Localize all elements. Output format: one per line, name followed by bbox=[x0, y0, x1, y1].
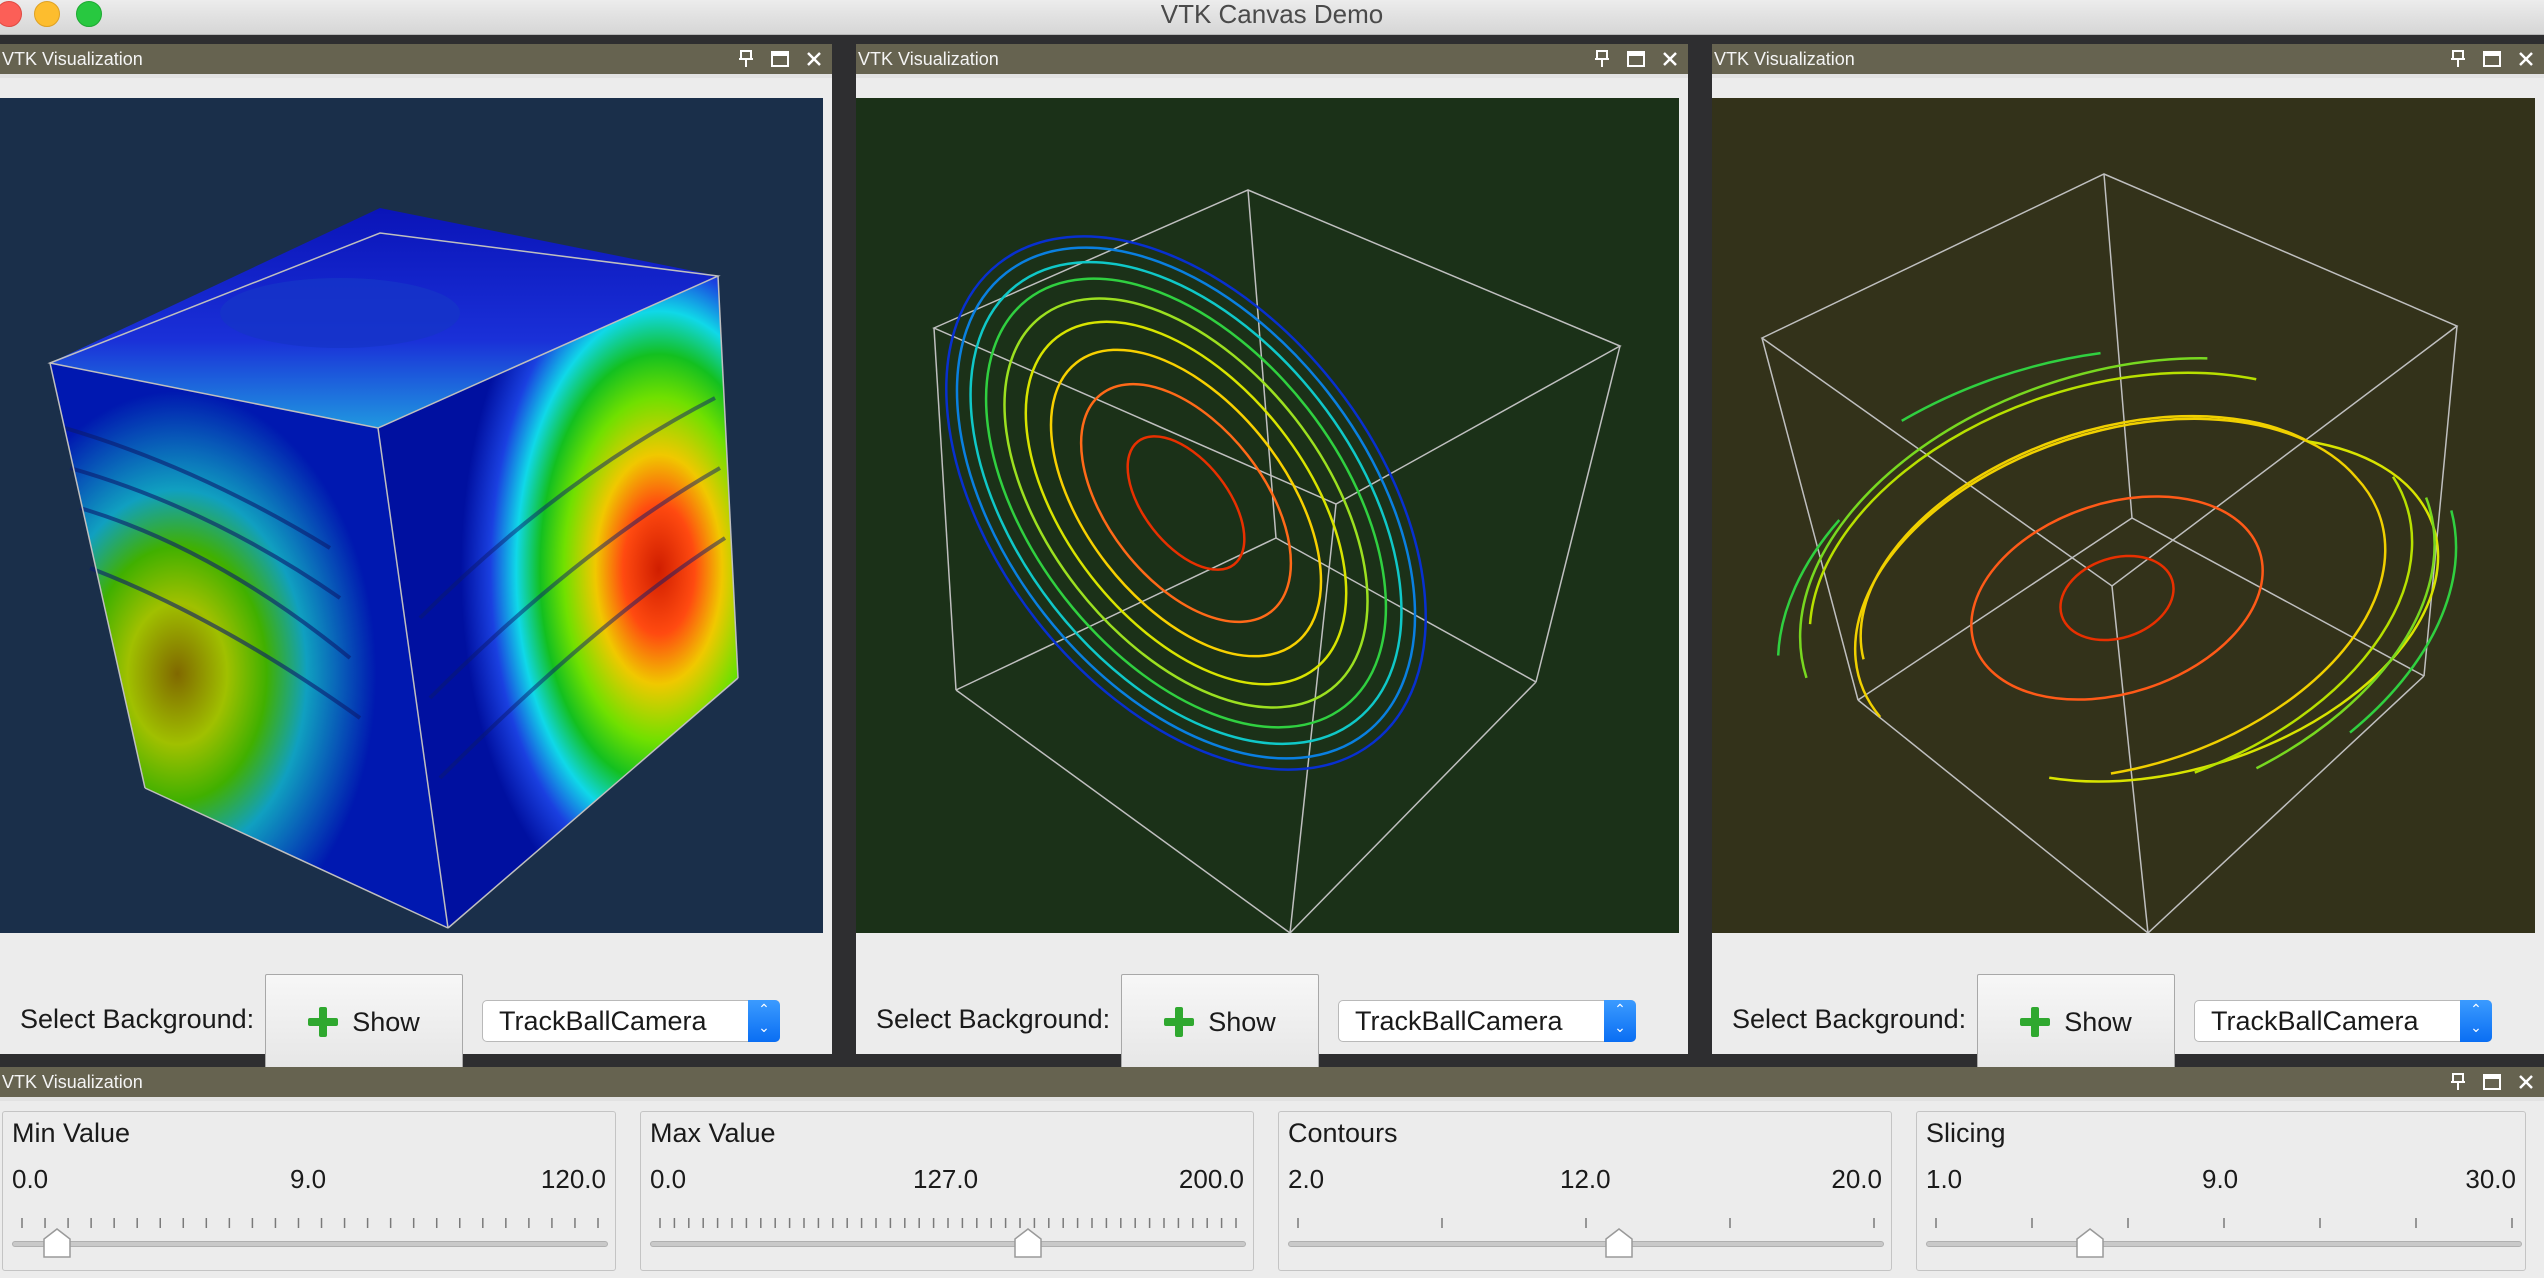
show-button[interactable]: Show bbox=[1977, 974, 2175, 1070]
slider-title: Slicing bbox=[1926, 1118, 2006, 1148]
panel-controls: Select Background: Show TrackBallCamera … bbox=[856, 974, 1679, 1074]
panel-header: VTK Visualization bbox=[0, 1067, 2544, 1101]
close-icon[interactable] bbox=[2516, 1072, 2536, 1092]
camera-select-value: TrackBallCamera bbox=[2211, 1006, 2419, 1036]
float-icon[interactable] bbox=[770, 49, 790, 69]
close-icon[interactable] bbox=[1660, 49, 1680, 69]
slider-min-label: 2.0 bbox=[1288, 1164, 1325, 1194]
vtk-panel-2: VTK Visualization Select Background: Sho… bbox=[856, 44, 1688, 1070]
slider-current-label: 9.0 bbox=[290, 1164, 327, 1194]
show-button-label: Show bbox=[2064, 1006, 2132, 1037]
close-icon[interactable] bbox=[804, 49, 824, 69]
vtk-panel-1: VTK Visualization Select Background: Sho… bbox=[0, 44, 832, 1070]
slider-ticks bbox=[1935, 1218, 2513, 1228]
panel-header: VTK Visualization bbox=[1712, 44, 2544, 78]
panel-title: VTK Visualization bbox=[858, 49, 999, 69]
min-value-slider-group: Min Value 0.0 9.0 120.0 bbox=[2, 1111, 616, 1271]
show-button-label: Show bbox=[1208, 1006, 1276, 1037]
slider-panel: VTK Visualization Min Value 0.0 9.0 120.… bbox=[0, 1067, 2544, 1278]
float-icon[interactable] bbox=[1626, 49, 1646, 69]
vtk-render-view[interactable] bbox=[0, 98, 823, 933]
pin-icon[interactable] bbox=[736, 49, 756, 69]
vtk-render-view[interactable] bbox=[1712, 98, 2535, 933]
slider-ticks bbox=[21, 1218, 599, 1228]
panel-header: VTK Visualization bbox=[0, 44, 832, 78]
select-background-label: Select Background: bbox=[1732, 1004, 1967, 1034]
camera-select[interactable]: TrackBallCamera ⌃ ⌄ bbox=[482, 1000, 780, 1042]
slider-max-label: 30.0 bbox=[2465, 1164, 2516, 1194]
pin-icon[interactable] bbox=[1592, 49, 1612, 69]
slider-ticks bbox=[1297, 1218, 1875, 1228]
slider-handle[interactable] bbox=[1013, 1227, 1043, 1259]
plus-icon bbox=[2020, 1007, 2051, 1037]
slider-min-label: 0.0 bbox=[12, 1164, 49, 1194]
slider-title: Contours bbox=[1288, 1118, 1398, 1148]
camera-select-value: TrackBallCamera bbox=[1355, 1006, 1563, 1036]
window-title: VTK Canvas Demo bbox=[1160, 0, 1384, 29]
vtk-panel-3: VTK Visualization Select Background: Sho… bbox=[1712, 44, 2544, 1070]
close-icon[interactable] bbox=[2516, 49, 2536, 69]
select-background-label: Select Background: bbox=[20, 1004, 255, 1034]
slicing-slider-group: Slicing 1.0 9.0 30.0 bbox=[1916, 1111, 2526, 1271]
slider-track[interactable] bbox=[650, 1241, 1246, 1247]
slider-ticks bbox=[659, 1218, 1237, 1228]
max-value-slider-group: Max Value 0.0 127.0 200.0 bbox=[640, 1111, 1254, 1271]
float-icon[interactable] bbox=[2482, 1072, 2502, 1092]
slider-max-label: 200.0 bbox=[1178, 1164, 1244, 1194]
pin-icon[interactable] bbox=[2448, 1072, 2468, 1092]
panel-title: VTK Visualization bbox=[2, 49, 143, 69]
slider-track[interactable] bbox=[1926, 1241, 2522, 1247]
slider-min-label: 0.0 bbox=[650, 1164, 687, 1194]
window-titlebar: VTK Canvas Demo bbox=[0, 0, 2544, 35]
vtk-render-view[interactable] bbox=[856, 98, 1679, 933]
pin-icon[interactable] bbox=[2448, 49, 2468, 69]
slider-title: Max Value bbox=[650, 1118, 776, 1148]
slider-max-label: 120.0 bbox=[540, 1164, 606, 1194]
panel-title: VTK Visualization bbox=[1714, 49, 1855, 69]
camera-select[interactable]: TrackBallCamera ⌃ ⌄ bbox=[1338, 1000, 1636, 1042]
contours-slider-group: Contours 2.0 12.0 20.0 bbox=[1278, 1111, 1892, 1271]
slider-track[interactable] bbox=[12, 1241, 608, 1247]
slider-handle[interactable] bbox=[42, 1227, 72, 1259]
plus-icon bbox=[308, 1007, 339, 1037]
slider-max-label: 20.0 bbox=[1831, 1164, 1882, 1194]
slider-title: Min Value bbox=[12, 1118, 131, 1148]
panel-controls: Select Background: Show TrackBallCamera … bbox=[0, 974, 823, 1074]
panel-header: VTK Visualization bbox=[856, 44, 1688, 78]
slider-track[interactable] bbox=[1288, 1241, 1884, 1247]
slider-handle[interactable] bbox=[1604, 1227, 1634, 1259]
slider-current-label: 127.0 bbox=[913, 1164, 979, 1194]
panel-controls: Select Background: Show TrackBallCamera … bbox=[1712, 974, 2535, 1074]
up-down-chevron-icon: ⌃ ⌄ bbox=[1604, 1000, 1636, 1042]
show-button-label: Show bbox=[352, 1006, 420, 1037]
camera-select-value: TrackBallCamera bbox=[499, 1006, 707, 1036]
panel-title: VTK Visualization bbox=[2, 1072, 143, 1092]
slider-current-label: 12.0 bbox=[1560, 1164, 1611, 1194]
up-down-chevron-icon: ⌃ ⌄ bbox=[748, 1000, 780, 1042]
show-button[interactable]: Show bbox=[1121, 974, 1319, 1070]
slider-min-label: 1.0 bbox=[1926, 1164, 1963, 1194]
plus-icon bbox=[1164, 1007, 1195, 1037]
show-button[interactable]: Show bbox=[265, 974, 463, 1070]
float-icon[interactable] bbox=[2482, 49, 2502, 69]
camera-select[interactable]: TrackBallCamera ⌃ ⌄ bbox=[2194, 1000, 2492, 1042]
slider-handle[interactable] bbox=[2075, 1227, 2105, 1259]
select-background-label: Select Background: bbox=[876, 1004, 1111, 1034]
slider-current-label: 9.0 bbox=[2202, 1164, 2239, 1194]
up-down-chevron-icon: ⌃ ⌄ bbox=[2460, 1000, 2492, 1042]
